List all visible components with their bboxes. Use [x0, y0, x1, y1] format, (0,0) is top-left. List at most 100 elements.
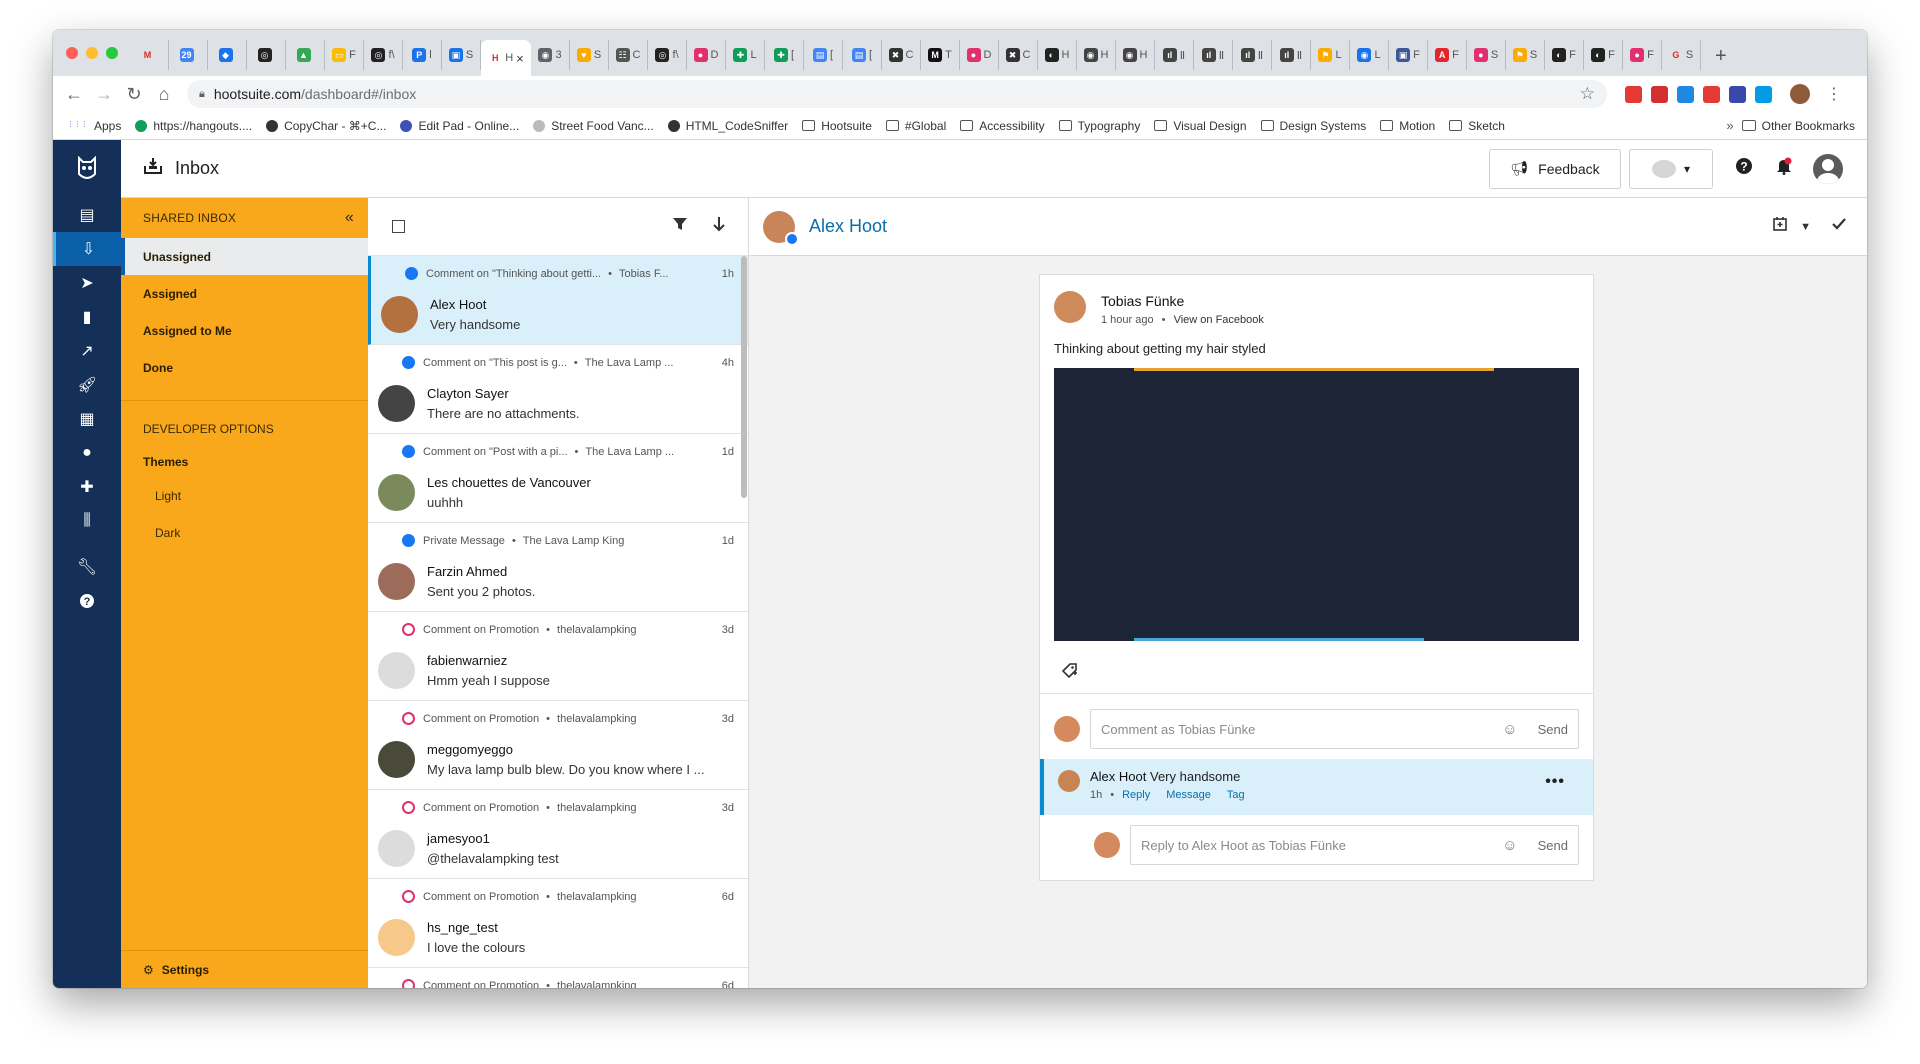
extension-icon[interactable]: [1677, 85, 1694, 103]
extension-icon[interactable]: [1729, 85, 1746, 103]
emoji-icon[interactable]: ☺: [1502, 837, 1517, 854]
analytics-icon[interactable]: ▮: [53, 300, 121, 334]
browser-tab[interactable]: M: [130, 40, 169, 70]
browser-tab[interactable]: 29: [169, 40, 208, 70]
home-icon[interactable]: ⌂: [149, 84, 179, 105]
browser-tab[interactable]: Pl: [403, 40, 442, 70]
other-bookmarks[interactable]: Other Bookmarks: [1741, 119, 1855, 133]
resolve-checkmark-icon[interactable]: [1831, 217, 1847, 236]
more-options-icon[interactable]: •••: [1545, 773, 1565, 791]
themes-item[interactable]: Themes: [121, 447, 368, 477]
browser-tab[interactable]: ◉ H: [1116, 40, 1155, 70]
back-arrow-icon[interactable]: ←: [59, 84, 89, 105]
browser-tab[interactable]: ◉ H: [1077, 40, 1116, 70]
browser-tab[interactable]: ♥ S: [570, 40, 609, 70]
browser-tab[interactable]: ✚ L: [726, 40, 765, 70]
inbox-view-assigned[interactable]: Assigned: [121, 275, 368, 312]
bookmark-star-icon[interactable]: ☆: [1580, 84, 1595, 104]
bookmark-item[interactable]: CopyChar - ⌘+C...: [266, 119, 386, 133]
insights-icon[interactable]: ●: [53, 436, 121, 470]
hootsuite-owl-logo-icon[interactable]: [53, 140, 121, 198]
inbox-view-assigned-to-me[interactable]: Assigned to Me: [121, 312, 368, 349]
message-row[interactable]: Comment on Promotion • thelavalampking 3d ja…: [368, 790, 748, 879]
user-avatar[interactable]: [1813, 153, 1843, 184]
browser-tab[interactable]: ıl Ⅱ: [1233, 40, 1272, 70]
message-avatar[interactable]: [378, 474, 415, 511]
comment-action-reply[interactable]: Reply: [1122, 789, 1150, 801]
comment-input[interactable]: Comment as Tobias Fünke ☺ Send: [1090, 709, 1579, 749]
assignments-icon[interactable]: ▦: [53, 402, 121, 436]
message-row[interactable]: Private Message • The Lava Lamp King 1d Farz…: [368, 523, 748, 612]
post-author-avatar[interactable]: [1054, 291, 1086, 323]
browser-tab[interactable]: ◐ F: [1584, 40, 1623, 70]
message-avatar[interactable]: [378, 563, 415, 600]
browser-tab[interactable]: ◎: [247, 40, 286, 70]
organization-selector[interactable]: ▾: [1629, 148, 1713, 189]
message-avatar[interactable]: [378, 830, 415, 867]
bookmark-item[interactable]: Design Systems: [1260, 119, 1366, 133]
browser-tab[interactable]: ● D: [960, 40, 999, 70]
sort-down-arrow-icon[interactable]: [712, 216, 726, 237]
audio-icon[interactable]: ⫼: [53, 504, 121, 538]
message-avatar[interactable]: [378, 385, 415, 422]
browser-tab[interactable]: GS: [1662, 40, 1701, 70]
reload-icon[interactable]: ↻: [119, 84, 149, 105]
feedback-button[interactable]: 📢︎ Feedback: [1489, 148, 1621, 189]
browser-tab[interactable]: ▤[: [843, 40, 882, 70]
help-icon[interactable]: ?: [53, 584, 121, 618]
browser-tab[interactable]: ◉ 3: [531, 40, 570, 70]
browser-tab[interactable]: ⚑ S: [1506, 40, 1545, 70]
filter-icon[interactable]: [672, 216, 688, 237]
comment-action-tag[interactable]: Tag: [1227, 789, 1245, 801]
theme-option-dark[interactable]: Dark: [121, 514, 368, 551]
tools-icon[interactable]: 🔧︎: [53, 550, 121, 584]
bookmark-item[interactable]: ⋮⋮⋮ Apps: [67, 119, 121, 133]
inbox-view-unassigned[interactable]: Unassigned: [121, 238, 368, 275]
message-avatar[interactable]: [378, 741, 415, 778]
browser-tab[interactable]: ● F: [1623, 40, 1662, 70]
browser-tab[interactable]: ▣ S: [442, 40, 481, 70]
browser-tab[interactable]: ☷ C: [609, 40, 648, 70]
bookmark-item[interactable]: Hootsuite: [802, 119, 872, 133]
comment-author-avatar[interactable]: [1058, 770, 1080, 792]
notifications-bell-icon[interactable]: [1775, 157, 1793, 180]
message-row[interactable]: Comment on Promotion • thelavalampking 6d hs…: [368, 879, 748, 968]
browser-tab[interactable]: ◐ F: [1545, 40, 1584, 70]
settings-button[interactable]: ⚙ Settings: [121, 950, 368, 988]
comment-action-message[interactable]: Message: [1166, 789, 1211, 801]
browser-tab[interactable]: H H ×: [481, 40, 531, 76]
select-all-checkbox[interactable]: [392, 220, 405, 233]
apps-icon[interactable]: ✚: [53, 470, 121, 504]
browser-tab[interactable]: ▭ F: [325, 40, 364, 70]
message-row[interactable]: Comment on "This post is g... • The Lava L…: [368, 345, 748, 434]
browser-tab[interactable]: ◆: [208, 40, 247, 70]
browser-tab[interactable]: ◎ f\: [648, 40, 687, 70]
bookmark-item[interactable]: Sketch: [1449, 119, 1505, 133]
tag-icon[interactable]: [1061, 663, 1078, 684]
comment-author[interactable]: Alex Hoot: [1090, 769, 1146, 784]
post-image[interactable]: [1054, 368, 1579, 641]
contact-name[interactable]: Alex Hoot: [809, 216, 887, 237]
address-bar[interactable]: 🔒︎ hootsuite.com/dashboard#/inbox ☆: [187, 80, 1607, 108]
bookmark-item[interactable]: Edit Pad - Online...: [400, 119, 519, 133]
list-scrollbar[interactable]: [741, 256, 747, 498]
browser-tab[interactable]: ◉ L: [1350, 40, 1389, 70]
contact-avatar[interactable]: [763, 210, 799, 246]
minimize-window-button[interactable]: [86, 47, 98, 59]
message-row[interactable]: Comment on Promotion • thelavalampking 6d: [368, 968, 748, 988]
bookmark-item[interactable]: Accessibility: [960, 119, 1045, 133]
reply-send-button[interactable]: Send: [1538, 838, 1568, 853]
forward-arrow-icon[interactable]: →: [89, 84, 119, 105]
new-tab-button[interactable]: +: [1715, 45, 1727, 68]
message-row[interactable]: Comment on Promotion • thelavalampking 3d me…: [368, 701, 748, 790]
comment-send-button[interactable]: Send: [1538, 722, 1568, 737]
browser-tab[interactable]: ▣ F: [1389, 40, 1428, 70]
browser-tab[interactable]: ◎ f\: [364, 40, 403, 70]
message-avatar[interactable]: [378, 652, 415, 689]
inbox-view-done[interactable]: Done: [121, 349, 368, 386]
collapse-panel-icon[interactable]: «: [345, 209, 354, 227]
browser-tab[interactable]: ◐ H: [1038, 40, 1077, 70]
bookmark-item[interactable]: Motion: [1380, 119, 1435, 133]
message-row[interactable]: Comment on "Post with a pi... • The Lava L…: [368, 434, 748, 523]
maximize-window-button[interactable]: [106, 47, 118, 59]
